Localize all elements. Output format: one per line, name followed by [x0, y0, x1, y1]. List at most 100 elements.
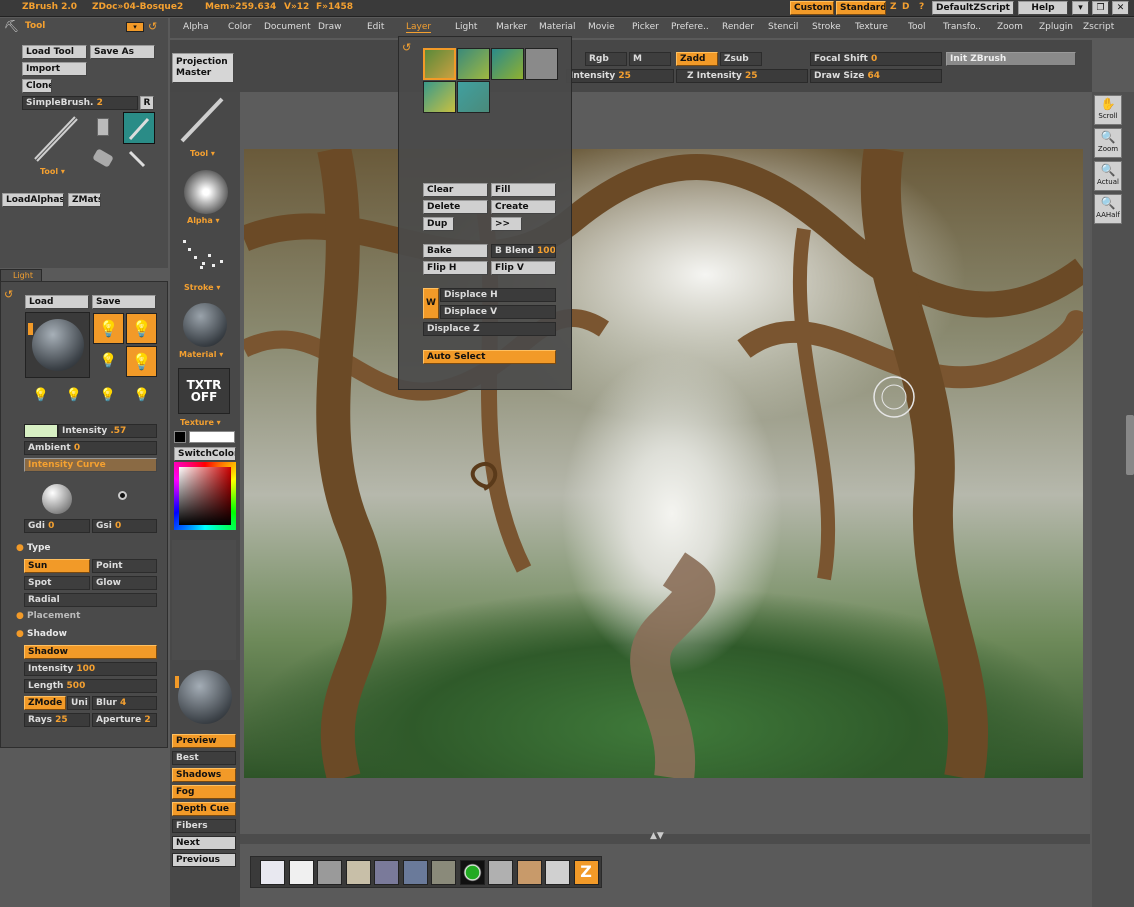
layer-thumb-6[interactable]: [457, 81, 490, 113]
custom-button[interactable]: Custom: [790, 1, 834, 15]
render-best-button[interactable]: Best: [172, 751, 236, 765]
light-tab[interactable]: Light: [0, 269, 42, 281]
menu-transfo[interactable]: Transfo..: [943, 22, 981, 32]
main-color-swatch[interactable]: [189, 431, 235, 443]
tool-brush-icon[interactable]: [178, 95, 230, 145]
simple-brush-slider[interactable]: SimpleBrush. 2: [22, 96, 138, 110]
layer-fill-button[interactable]: Fill: [491, 183, 556, 197]
layer-create-button[interactable]: Create: [491, 200, 556, 214]
txtr-off-button[interactable]: TXTR OFF: [178, 368, 230, 414]
menu-prefere[interactable]: Prefere..: [671, 22, 709, 32]
blur-slider[interactable]: Blur 4: [92, 696, 157, 710]
layer-bake-button[interactable]: Bake: [423, 244, 488, 258]
pen-tool-icon[interactable]: [128, 150, 146, 168]
zadd-button[interactable]: Zadd: [676, 52, 718, 66]
light-save-button[interactable]: Save: [92, 295, 156, 309]
grey-sphere-icon[interactable]: [488, 860, 513, 885]
sphere-texture-icon[interactable]: [317, 860, 342, 885]
light-intensity-slider[interactable]: Intensity .57: [58, 424, 157, 438]
simplebrush-thumbnail[interactable]: [28, 112, 88, 164]
palette-dock-icon[interactable]: ▾: [126, 22, 144, 32]
render-shadows-button[interactable]: Shadows: [172, 768, 236, 782]
layer-flip-h-button[interactable]: Flip H: [423, 261, 488, 275]
menu-tool[interactable]: Tool: [908, 22, 925, 32]
layer-thumb-5[interactable]: [423, 81, 456, 113]
load-tool-button[interactable]: Load Tool: [22, 45, 87, 59]
spot-button[interactable]: Spot: [24, 576, 90, 590]
z-intensity-slider[interactable]: Z Intensity 25: [676, 69, 808, 83]
save-as-button[interactable]: Save As: [90, 45, 155, 59]
tray-texture-label[interactable]: Texture ▾: [180, 418, 221, 427]
close-icon[interactable]: ✕: [1112, 1, 1129, 15]
color-picker[interactable]: [174, 462, 236, 530]
load-alphas-button[interactable]: LoadAlphas: [2, 193, 64, 207]
zmode-button[interactable]: ZMode: [24, 696, 66, 710]
menu-layer[interactable]: Layer: [406, 22, 432, 33]
displace-v-slider[interactable]: Displace V: [440, 305, 556, 319]
menu-texture[interactable]: Texture: [855, 22, 888, 32]
init-zbrush-button[interactable]: Init ZBrush: [946, 52, 1076, 66]
layer-thumb-1[interactable]: [423, 48, 456, 80]
rgb-intensity-slider[interactable]: Intensity 25: [566, 69, 674, 83]
displace-h-slider[interactable]: Displace H: [440, 288, 556, 302]
focal-shift-slider[interactable]: Focal Shift 0: [810, 52, 942, 66]
right-tray-scroll-button[interactable]: ✋ Scroll: [1094, 95, 1122, 125]
light-refresh-icon[interactable]: ↺: [4, 288, 13, 301]
menu-stroke[interactable]: Stroke: [812, 22, 841, 32]
layer-clear-button[interactable]: Clear: [423, 183, 488, 197]
tray-tool-label[interactable]: Tool ▾: [190, 149, 215, 158]
layer-thumb-2[interactable]: [457, 48, 490, 80]
d-toggle[interactable]: D: [902, 2, 909, 12]
layer-flip-v-button[interactable]: Flip V: [491, 261, 556, 275]
menu-edit[interactable]: Edit: [367, 22, 384, 32]
window-menu-icon[interactable]: ▾: [1072, 1, 1089, 15]
zbrush-logo-icon[interactable]: Z: [573, 860, 599, 885]
tray-alpha-label[interactable]: Alpha ▾: [187, 216, 220, 225]
zsub-button[interactable]: Zsub: [720, 52, 762, 66]
tray-stroke-label[interactable]: Stroke ▾: [184, 283, 220, 292]
menu-material[interactable]: Material: [539, 22, 576, 32]
menu-picker[interactable]: Picker: [632, 22, 659, 32]
glow-button[interactable]: Glow: [92, 576, 157, 590]
r-button[interactable]: R: [140, 96, 154, 110]
standard-button[interactable]: Standard: [836, 1, 886, 15]
default-zscript-button[interactable]: DefaultZScript: [932, 1, 1014, 15]
palette-grid-icon[interactable]: [260, 860, 285, 885]
menu-movie[interactable]: Movie: [588, 22, 615, 32]
aperture-slider[interactable]: Aperture 2: [92, 713, 157, 727]
light-load-button[interactable]: Load: [25, 295, 89, 309]
secondary-color-swatch[interactable]: [174, 431, 186, 443]
alpha-preview-icon[interactable]: [184, 170, 228, 214]
material-sphere-icon[interactable]: [183, 303, 227, 347]
import-button[interactable]: Import: [22, 62, 87, 76]
right-tray-actual-button[interactable]: 🔍 Actual: [1094, 161, 1122, 191]
right-edge-handle[interactable]: [1126, 415, 1134, 475]
rays-slider[interactable]: Rays 25: [24, 713, 90, 727]
light-position-dot[interactable]: [118, 491, 127, 500]
light-bulb-1[interactable]: 💡: [93, 313, 124, 344]
render-next-button[interactable]: Next: [172, 836, 236, 850]
uni-button[interactable]: Uni: [67, 696, 90, 710]
type-header[interactable]: ● Type: [16, 543, 50, 553]
tool-dropdown[interactable]: Tool ▾: [40, 167, 65, 176]
shadow-toggle-button[interactable]: Shadow: [24, 645, 157, 659]
color-picker-square[interactable]: [179, 467, 231, 525]
point-button[interactable]: Point: [92, 559, 157, 573]
right-tray-zoom-button[interactable]: 🔍 Zoom: [1094, 128, 1122, 158]
switch-color-button[interactable]: SwitchColor: [174, 447, 236, 461]
length-slider[interactable]: Length 500: [24, 679, 157, 693]
light-bulb-5[interactable]: 💡: [27, 382, 55, 410]
gsi-slider[interactable]: Gsi 0: [92, 519, 157, 533]
render-fog-button[interactable]: Fog: [172, 785, 236, 799]
clone-button[interactable]: Clone: [22, 79, 52, 93]
m-button[interactable]: M: [629, 52, 671, 66]
document-render[interactable]: [244, 149, 1083, 778]
light-bulb-3[interactable]: 💡: [93, 346, 124, 377]
light-bulb-8[interactable]: 💡: [128, 382, 156, 410]
shadow-intensity-slider[interactable]: Intensity 100: [24, 662, 157, 676]
restore-icon[interactable]: ❐: [1092, 1, 1109, 15]
light-bulb-2[interactable]: 💡: [126, 313, 157, 344]
copy-tool-icon[interactable]: [97, 118, 109, 136]
skyline-icon[interactable]: [288, 860, 314, 885]
canvas-scroll-arrows-icon[interactable]: ▲▼: [650, 831, 664, 841]
